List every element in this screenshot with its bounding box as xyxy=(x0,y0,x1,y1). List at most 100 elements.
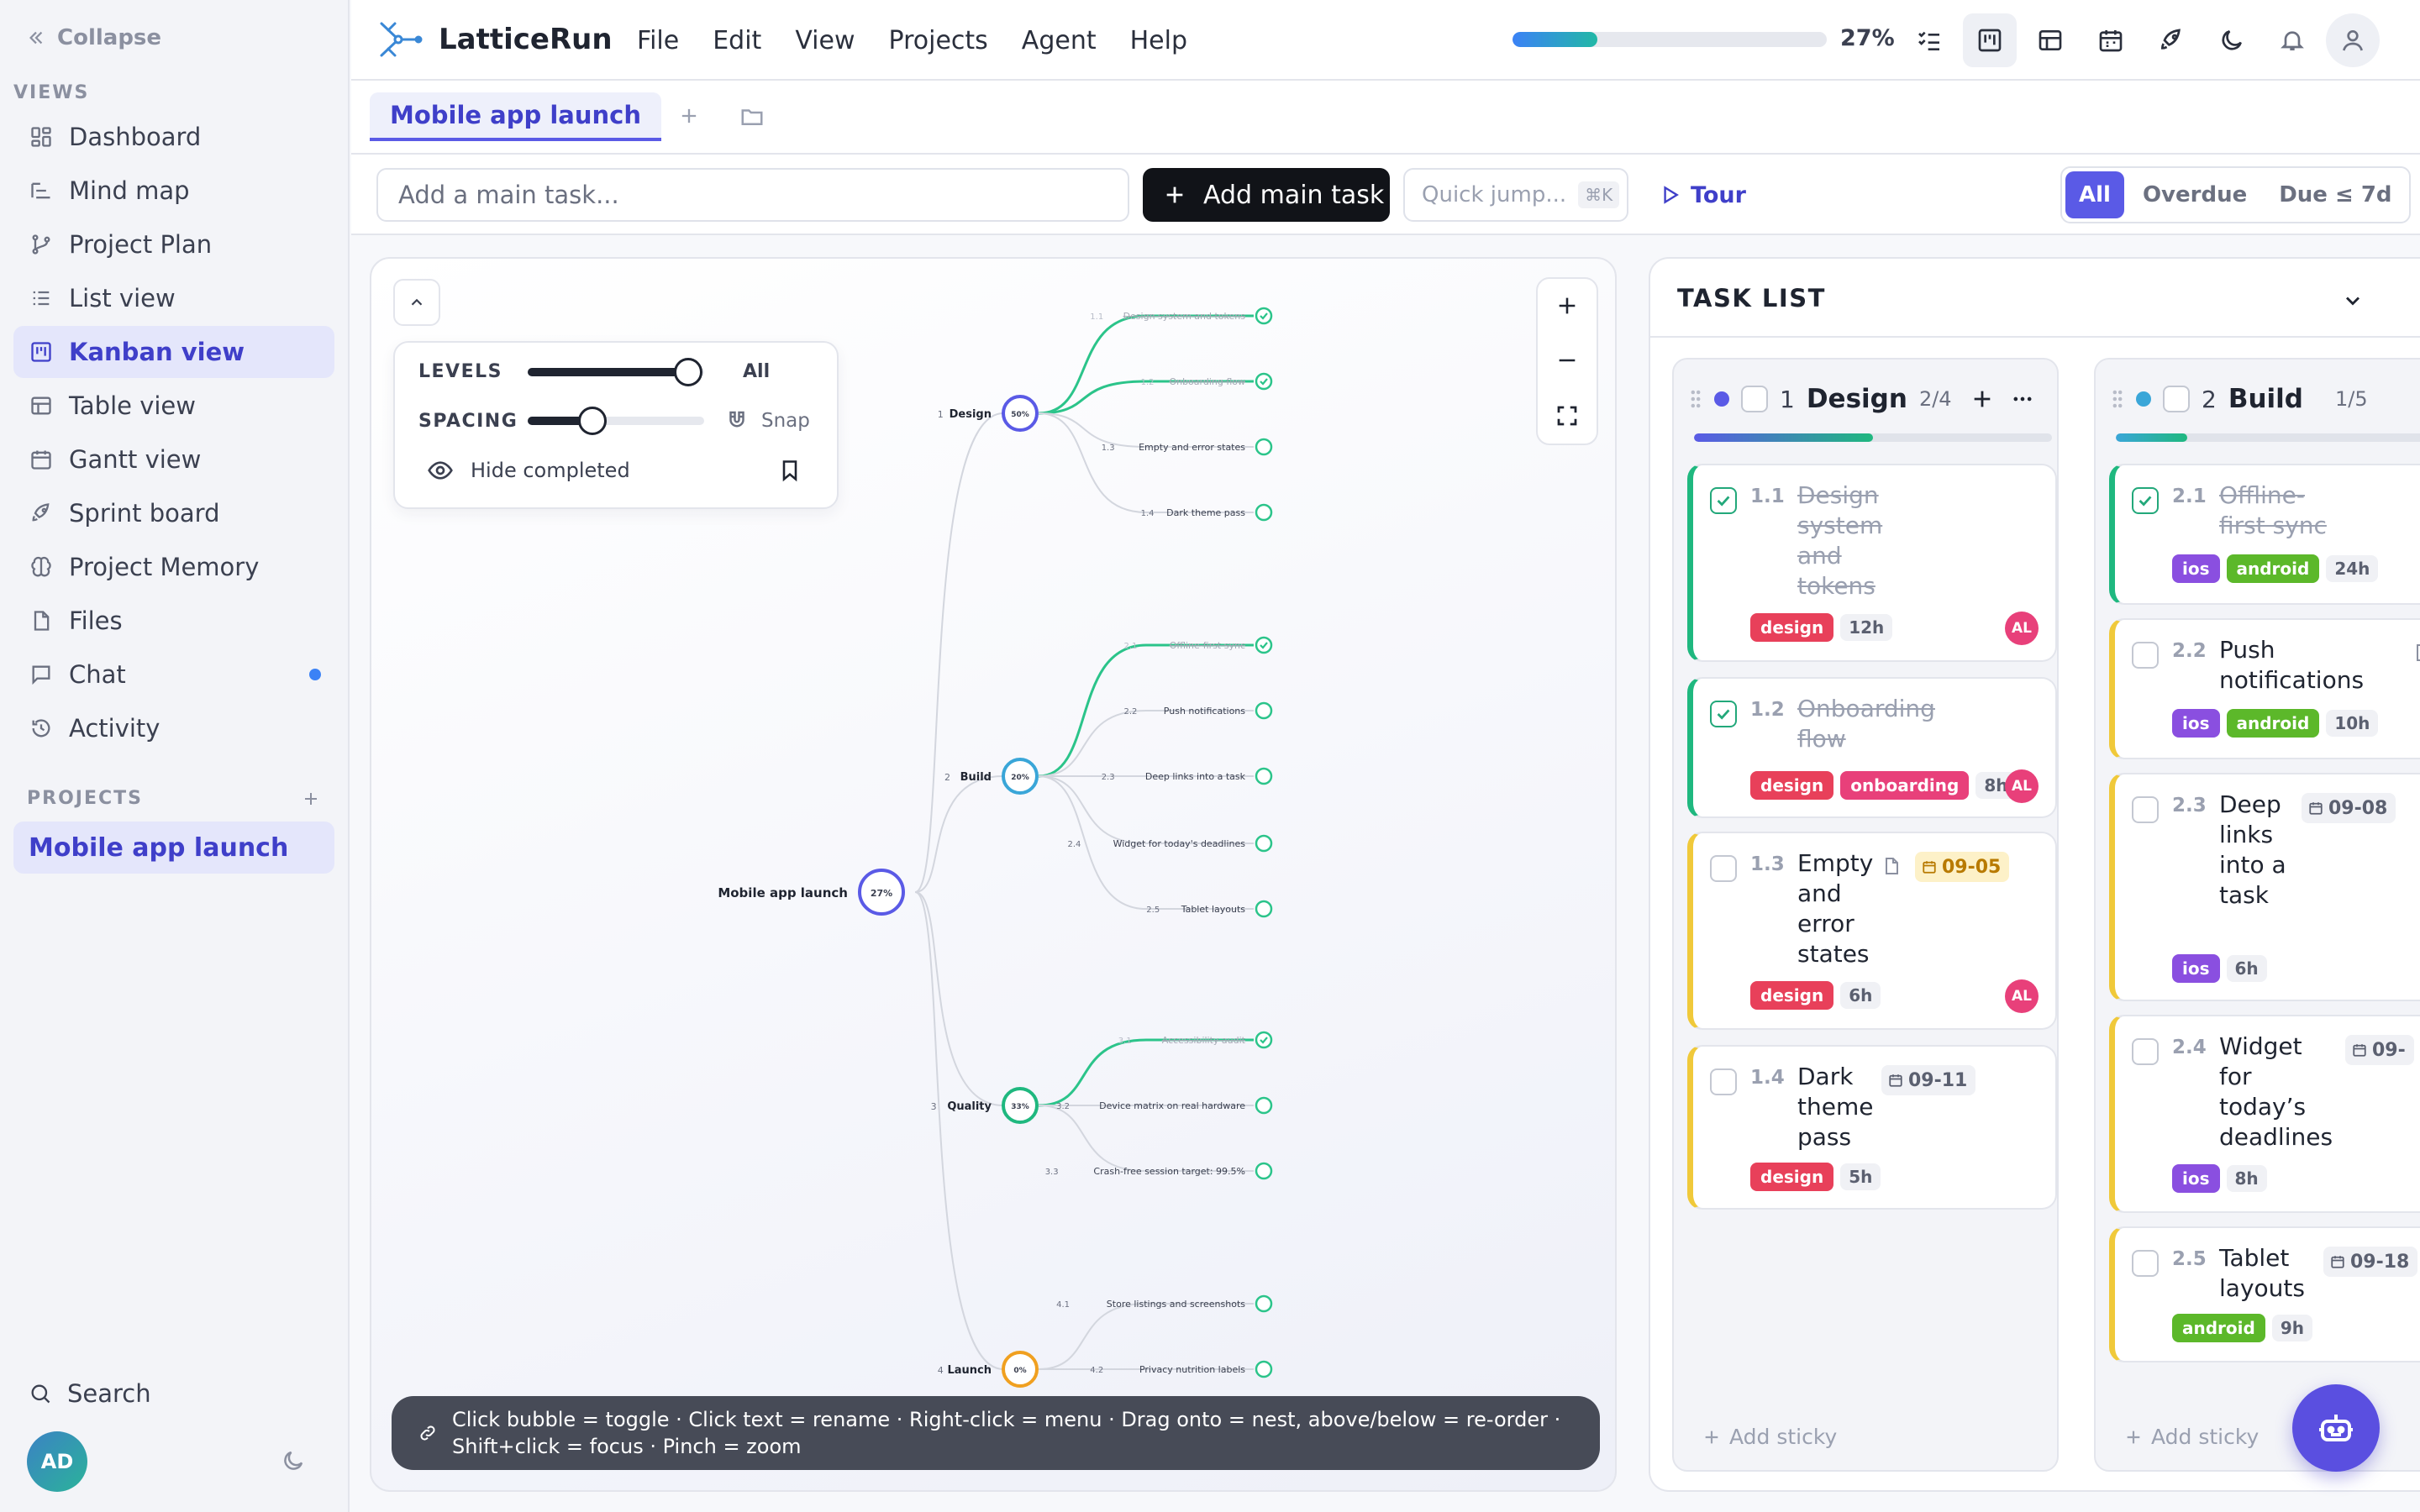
leaf-node-label[interactable]: Widget for today's deadlines xyxy=(1113,838,1246,849)
sidebar-project-item[interactable]: Mobile app launch xyxy=(13,822,334,874)
leaf-node-bubble[interactable] xyxy=(1255,767,1273,785)
menu-view[interactable]: View xyxy=(795,26,855,55)
add-task-plus-icon[interactable] xyxy=(1970,387,1994,411)
add-sticky-button[interactable]: Add sticky xyxy=(2124,1425,2259,1449)
task-checkbox[interactable] xyxy=(2132,1038,2159,1065)
task-checkbox[interactable] xyxy=(1710,1068,1737,1095)
quick-jump-input[interactable]: Quick jump... ⌘K xyxy=(1403,168,1628,222)
menu-projects[interactable]: Projects xyxy=(889,26,988,55)
sidebar-item-list-view[interactable]: List view xyxy=(13,272,334,324)
more-options-icon[interactable] xyxy=(2011,387,2034,411)
leaf-node-bubble[interactable] xyxy=(1255,1096,1273,1115)
tag-android[interactable]: android xyxy=(2226,554,2320,583)
sidebar-search[interactable]: Search xyxy=(29,1379,151,1408)
spacing-slider-knob[interactable] xyxy=(578,407,607,435)
tab-mobile-app-launch[interactable]: Mobile app launch xyxy=(370,92,662,141)
group-node-label[interactable]: Design xyxy=(950,408,992,421)
assignee-avatar[interactable]: AL xyxy=(2005,979,2039,1013)
sidebar-item-project-memory[interactable]: Project Memory xyxy=(13,541,334,593)
task-title[interactable]: Empty and error states xyxy=(1797,848,1881,969)
task-card[interactable]: 2.2 Push notifications ios android 10h xyxy=(2109,618,2420,759)
bookmark-icon[interactable] xyxy=(778,457,802,484)
zoom-in-icon[interactable] xyxy=(1555,294,1579,318)
leaf-node-label[interactable]: Dark theme pass xyxy=(1166,507,1245,518)
leaf-node-label[interactable]: Design system and tokens xyxy=(1123,311,1246,322)
filter-due-7d[interactable]: Due ≤ 7d xyxy=(2265,171,2405,218)
calendar-view-icon[interactable] xyxy=(2084,13,2138,67)
theme-toggle-moon-icon[interactable] xyxy=(281,1448,306,1473)
sidebar-item-dashboard[interactable]: Dashboard xyxy=(13,111,334,163)
assignee-avatar[interactable]: AL xyxy=(2005,612,2039,645)
add-project-plus-icon[interactable] xyxy=(301,789,321,809)
tag-ios[interactable]: ios xyxy=(2172,1164,2220,1193)
dark-mode-moon-icon[interactable] xyxy=(2205,13,2259,67)
task-card[interactable]: 2.3 Deep links into a task 09-08 ios 6h xyxy=(2109,773,2420,1001)
task-title[interactable]: Offline-first sync xyxy=(2219,480,2337,541)
column-checkbox[interactable] xyxy=(2163,386,2190,412)
leaf-node-bubble[interactable] xyxy=(1255,1360,1273,1378)
sidebar-item-files[interactable]: Files xyxy=(13,595,334,647)
checklist-view-icon[interactable] xyxy=(1902,13,1956,67)
tag-design[interactable]: design xyxy=(1750,613,1834,642)
task-card[interactable]: 1.4 Dark theme pass 09-11 design 5h xyxy=(1687,1045,2057,1210)
assignee-avatar[interactable]: AL xyxy=(2005,769,2039,803)
notifications-bell-icon[interactable] xyxy=(2265,13,2319,67)
task-checkbox[interactable] xyxy=(1710,487,1737,514)
open-folder-icon[interactable] xyxy=(739,104,765,129)
task-card[interactable]: 2.5 Tablet layouts 09-18 android 9h xyxy=(2109,1226,2420,1362)
group-node-label[interactable]: Launch xyxy=(947,1364,992,1377)
task-card[interactable]: 2.4 Widget for today’s deadlines 09- ios… xyxy=(2109,1015,2420,1213)
leaf-node-bubble[interactable] xyxy=(1255,636,1273,654)
group-node-label[interactable]: Build xyxy=(960,771,992,784)
leaf-node-bubble[interactable] xyxy=(1255,438,1273,456)
leaf-node-label[interactable]: Accessibility audit xyxy=(1162,1035,1246,1046)
leaf-node-bubble[interactable] xyxy=(1255,1031,1273,1049)
hide-completed-toggle[interactable]: Hide completed xyxy=(427,457,630,484)
task-card[interactable]: 1.2 Onboarding flow design onboarding 8h… xyxy=(1687,677,2057,818)
collapse-button[interactable]: Collapse xyxy=(27,25,161,50)
task-card[interactable]: 1.1 Design system and tokens design 12h … xyxy=(1687,464,2057,662)
leaf-node-label[interactable]: Store listings and screenshots xyxy=(1107,1299,1245,1310)
filter-all[interactable]: All xyxy=(2065,171,2124,218)
leaf-node-bubble[interactable] xyxy=(1255,701,1273,720)
sidebar-item-mind-map[interactable]: Mind map xyxy=(13,165,334,217)
sidebar-item-activity[interactable]: Activity xyxy=(13,702,334,754)
tag-ios[interactable]: ios xyxy=(2172,954,2220,983)
task-title[interactable]: Dark theme pass xyxy=(1797,1062,1881,1152)
levels-slider-knob[interactable] xyxy=(674,357,702,386)
task-checkbox[interactable] xyxy=(2132,796,2159,823)
task-title[interactable]: Deep links into a task xyxy=(2219,790,2286,911)
tour-button[interactable]: Tour xyxy=(1659,168,1746,222)
leaf-node-label[interactable]: Deep links into a task xyxy=(1145,771,1246,782)
filter-overdue[interactable]: Overdue xyxy=(2129,171,2260,218)
menu-file[interactable]: File xyxy=(637,26,679,55)
tag-design[interactable]: design xyxy=(1750,771,1834,800)
sidebar-item-kanban-view[interactable]: Kanban view xyxy=(13,326,334,378)
chevron-down-icon[interactable] xyxy=(2341,289,2365,312)
sidebar-item-table-view[interactable]: Table view xyxy=(13,380,334,432)
leaf-node-label[interactable]: Device matrix on real hardware xyxy=(1099,1100,1245,1111)
column-checkbox[interactable] xyxy=(1741,386,1768,412)
spacing-slider[interactable] xyxy=(528,407,704,435)
tag-design[interactable]: design xyxy=(1750,981,1834,1010)
collapse-controls-button[interactable] xyxy=(393,279,440,326)
task-title[interactable]: Push notifications xyxy=(2219,635,2387,696)
user-avatar[interactable]: AD xyxy=(27,1431,87,1492)
leaf-node-label[interactable]: Privacy nutrition labels xyxy=(1139,1364,1245,1375)
task-checkbox[interactable] xyxy=(2132,1250,2159,1277)
rocket-icon[interactable] xyxy=(2144,13,2198,67)
menu-agent[interactable]: Agent xyxy=(1022,26,1097,55)
snap-toggle[interactable]: Snap xyxy=(724,408,810,433)
root-node-label[interactable]: Mobile app launch xyxy=(718,885,848,900)
task-checkbox[interactable] xyxy=(1710,855,1737,882)
add-main-task-input[interactable] xyxy=(376,168,1129,222)
task-card[interactable]: 2.1 Offline-first sync ios android 24h xyxy=(2109,464,2420,605)
tag-android[interactable]: android xyxy=(2226,709,2320,738)
tag-onboarding[interactable]: onboarding xyxy=(1840,771,1970,800)
leaf-node-bubble[interactable] xyxy=(1255,372,1273,391)
task-title[interactable]: Onboarding flow xyxy=(1797,694,1965,754)
task-title[interactable]: Design system and tokens xyxy=(1797,480,1915,601)
zoom-out-icon[interactable] xyxy=(1555,349,1579,372)
add-sticky-button[interactable]: Add sticky xyxy=(1702,1425,1837,1449)
group-node-label[interactable]: Quality xyxy=(947,1100,992,1113)
